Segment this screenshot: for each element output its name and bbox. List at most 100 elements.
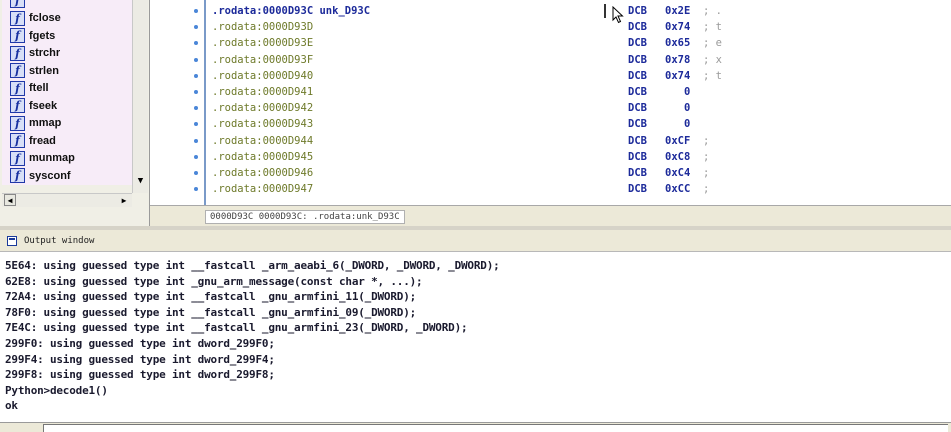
function-list-item[interactable]: f bbox=[2, 0, 132, 10]
function-list-item[interactable]: f fread bbox=[2, 132, 132, 150]
function-list-vertical-scrollbar[interactable] bbox=[132, 0, 148, 193]
line-address: .rodata:0000D93F bbox=[212, 53, 314, 66]
text-cursor bbox=[604, 4, 606, 18]
disassembly-line[interactable]: .rodata:0000D947 bbox=[212, 181, 313, 197]
function-list-item[interactable]: fstat bbox=[2, 185, 132, 186]
disassembly-line[interactable]: .rodata:0000D93D bbox=[212, 19, 313, 35]
gutter-marker bbox=[194, 122, 198, 127]
line-directive: DCB bbox=[628, 37, 647, 50]
line-comment: ; bbox=[703, 150, 710, 163]
gutter-separator bbox=[204, 0, 206, 205]
line-value: 0 bbox=[665, 118, 691, 131]
gutter-marker bbox=[194, 154, 198, 159]
function-name: munmap bbox=[29, 152, 75, 165]
line-comment: ; bbox=[703, 183, 710, 196]
line-directive: DCB bbox=[628, 5, 647, 17]
command-input[interactable] bbox=[43, 424, 948, 432]
line-value: 0x2E bbox=[665, 5, 691, 17]
function-name: ftell bbox=[29, 82, 49, 95]
line-directive: DCB bbox=[628, 21, 647, 34]
line-directive: DCB bbox=[628, 150, 647, 163]
scroll-right-arrow-icon[interactable]: ▶ bbox=[118, 194, 130, 206]
line-address: .rodata:0000D93C bbox=[212, 5, 314, 17]
output-line: ok bbox=[5, 399, 18, 413]
disassembly-status-bar: 0000D93C 0000D93C: .rodata:unk_D93C bbox=[150, 205, 951, 226]
output-line: 7E4C: using guessed type int __fastcall … bbox=[5, 321, 468, 335]
scroll-left-arrow-icon[interactable]: ◀ bbox=[4, 194, 16, 206]
line-directive: DCB bbox=[628, 86, 647, 98]
function-list-item[interactable]: f sysconf bbox=[2, 167, 132, 185]
disassembly-line[interactable]: .rodata:0000D941 bbox=[212, 84, 313, 100]
disassembly-line[interactable]: .rodata:0000D946 bbox=[212, 165, 313, 181]
output-line: 72A4: using guessed type int __fastcall … bbox=[5, 290, 417, 304]
line-comment: ; . bbox=[703, 5, 722, 17]
function-list-item[interactable]: f mmap bbox=[2, 115, 132, 133]
gutter-marker bbox=[194, 73, 198, 78]
function-icon: f bbox=[10, 133, 25, 149]
line-value: 0xC4 bbox=[665, 167, 691, 179]
function-name: mmap bbox=[29, 117, 62, 130]
line-value: 0x65 bbox=[665, 37, 691, 50]
mouse-pointer-icon bbox=[612, 6, 624, 24]
function-list: f f fclose f fgets f strchr f strlen f ftell f fseek… bbox=[2, 0, 132, 185]
function-list-item[interactable]: f strlen bbox=[2, 62, 132, 80]
line-directive: DCB bbox=[628, 167, 647, 179]
output-line: 78F0: using guessed type int __fastcall … bbox=[5, 305, 417, 319]
output-window-log[interactable]: 5E64: using guessed type int __fastcall … bbox=[0, 252, 951, 422]
function-list-item[interactable]: f fseek bbox=[2, 97, 132, 115]
gutter-marker bbox=[194, 138, 198, 143]
line-address: .rodata:0000D946 bbox=[212, 167, 314, 179]
output-line: 299F4: using guessed type int dword_299F… bbox=[5, 352, 275, 366]
disassembly-line[interactable]: .rodata:0000D943 bbox=[212, 116, 313, 132]
line-directive: DCB bbox=[628, 183, 647, 196]
function-list-horizontal-scrollbar[interactable] bbox=[2, 193, 132, 207]
function-list-item[interactable]: f fgets bbox=[2, 27, 132, 45]
line-label[interactable]: unk_D93C bbox=[319, 5, 370, 17]
line-address: .rodata:0000D943 bbox=[212, 118, 314, 131]
line-comment: ; t bbox=[703, 69, 722, 82]
line-value: 0x74 bbox=[665, 69, 691, 82]
disassembly-line[interactable]: .rodata:0000D942 bbox=[212, 100, 313, 116]
function-name: fclose bbox=[29, 12, 61, 25]
disassembly-line[interactable]: .rodata:0000D93C unk_D93C bbox=[212, 3, 370, 19]
disassembly-line[interactable]: .rodata:0000D93E bbox=[212, 35, 313, 51]
line-comment: ; bbox=[703, 167, 710, 179]
function-list-item[interactable]: f fclose bbox=[2, 10, 132, 28]
disassembly-line[interactable]: .rodata:0000D940 bbox=[212, 68, 313, 84]
output-line: 299F0: using guessed type int dword_299F… bbox=[5, 336, 275, 350]
line-directive: DCB bbox=[628, 102, 647, 115]
function-name: fgets bbox=[29, 29, 56, 42]
line-comment: ; bbox=[703, 134, 710, 147]
line-value: 0xC8 bbox=[665, 150, 691, 163]
current-location-readout: 0000D93C 0000D93C: .rodata:unk_D93C bbox=[205, 210, 405, 224]
function-list-item[interactable]: f strchr bbox=[2, 45, 132, 63]
gutter-marker bbox=[194, 171, 198, 175]
gutter-marker bbox=[194, 25, 198, 30]
disassembly-line[interactable]: .rodata:0000D944 bbox=[212, 133, 313, 149]
line-directive: DCB bbox=[628, 69, 647, 82]
line-comment: ; t bbox=[703, 21, 722, 34]
function-icon: f bbox=[10, 80, 25, 96]
function-icon: f bbox=[10, 45, 25, 61]
disassembly-line[interactable]: .rodata:0000D93F bbox=[212, 52, 313, 68]
gutter-marker bbox=[194, 187, 198, 192]
function-icon: f bbox=[10, 150, 25, 166]
function-icon: f bbox=[10, 63, 25, 79]
scroll-down-arrow-icon[interactable]: ▼ bbox=[134, 172, 147, 190]
function-icon: f bbox=[10, 168, 25, 184]
line-address: .rodata:0000D93E bbox=[212, 37, 314, 50]
function-list-item[interactable]: f munmap bbox=[2, 150, 132, 168]
gutter-marker bbox=[194, 106, 198, 111]
function-name: fseek bbox=[29, 99, 58, 112]
line-value: 0 bbox=[665, 86, 691, 98]
function-list-item[interactable]: f ftell bbox=[2, 80, 132, 98]
gutter-marker bbox=[194, 57, 198, 62]
line-address: .rodata:0000D947 bbox=[212, 183, 314, 196]
disassembly-view[interactable]: .rodata:0000D93C unk_D93C DCB 0x2E ; . .roda… bbox=[150, 0, 951, 205]
gutter-marker bbox=[194, 9, 198, 13]
line-value: 0x78 bbox=[665, 53, 691, 66]
output-line: 299F8: using guessed type int dword_299F… bbox=[5, 368, 275, 382]
line-address: .rodata:0000D93D bbox=[212, 21, 314, 34]
function-icon: f bbox=[10, 98, 25, 114]
disassembly-line[interactable]: .rodata:0000D945 bbox=[212, 149, 313, 165]
